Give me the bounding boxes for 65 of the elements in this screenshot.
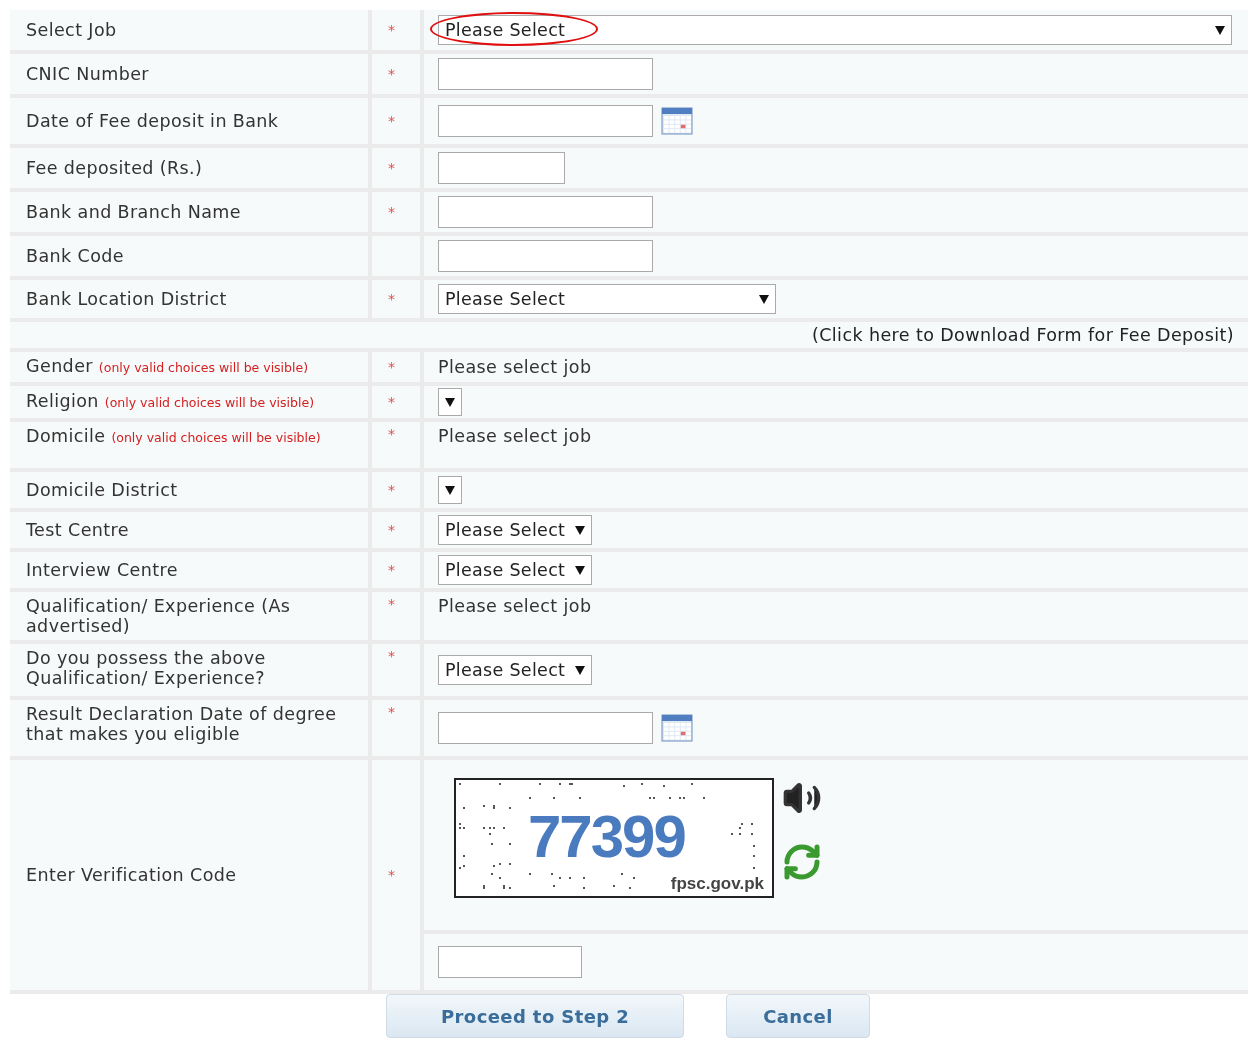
dropdown[interactable] bbox=[438, 388, 462, 416]
input-field[interactable] bbox=[438, 152, 565, 184]
refresh-icon[interactable] bbox=[782, 842, 822, 882]
captcha-code: 77399 bbox=[528, 806, 685, 868]
caret-icon bbox=[445, 397, 455, 407]
field-value: Please select job bbox=[438, 426, 592, 446]
field-value: Please select job bbox=[438, 596, 592, 616]
required-mark: * bbox=[388, 204, 395, 220]
required-mark: * bbox=[388, 394, 395, 410]
field-label: Date of Fee deposit in Bank bbox=[26, 111, 279, 131]
date-field[interactable] bbox=[438, 712, 653, 744]
field-label: Qualification/ Experience (As advertised) bbox=[26, 596, 292, 636]
caret-icon bbox=[575, 665, 586, 675]
field-label: Test Centre bbox=[26, 520, 129, 540]
required-mark: * bbox=[388, 704, 395, 720]
required-mark: * bbox=[388, 160, 395, 176]
required-mark: * bbox=[388, 113, 395, 129]
required-mark: * bbox=[388, 426, 395, 442]
field-label: Religion (only valid choices will be visible) bbox=[26, 391, 315, 413]
field-label: Domicile (only valid choices will be visible) bbox=[26, 426, 321, 448]
field-label: Interview Centre bbox=[26, 560, 178, 580]
field-label: Bank Code bbox=[26, 246, 124, 266]
caret-icon bbox=[445, 485, 455, 495]
required-mark: * bbox=[388, 482, 395, 498]
required-mark: * bbox=[388, 291, 395, 307]
required-mark: * bbox=[388, 596, 395, 612]
field-label: Gender (only valid choices will be visible) bbox=[26, 356, 309, 378]
field-label: Do you possess the above Qualification/ Experience? bbox=[26, 648, 267, 688]
required-mark: * bbox=[388, 22, 395, 38]
required-mark: * bbox=[388, 522, 395, 538]
download-link[interactable]: (Click here to Download Form for Fee Deposit) bbox=[812, 325, 1234, 345]
input-field[interactable] bbox=[438, 946, 582, 978]
required-mark: * bbox=[388, 867, 395, 883]
field-label: Result Declaration Date of degree that makes you eligible bbox=[26, 704, 338, 744]
caret-icon bbox=[575, 565, 586, 575]
dropdown[interactable]: Please Select bbox=[438, 284, 776, 314]
field-label: Select Job bbox=[26, 20, 117, 40]
field-label: Bank Location District bbox=[26, 289, 227, 309]
required-mark: * bbox=[388, 66, 395, 82]
field-label: Enter Verification Code bbox=[26, 865, 237, 885]
required-mark: * bbox=[388, 562, 395, 578]
field-label: Bank and Branch Name bbox=[26, 202, 241, 222]
form-button[interactable]: Proceed to Step 2 bbox=[386, 994, 685, 1038]
input-field[interactable] bbox=[438, 58, 653, 90]
calendar-icon[interactable] bbox=[661, 107, 693, 135]
form-button[interactable]: Cancel bbox=[726, 994, 870, 1038]
field-label: Fee deposited (Rs.) bbox=[26, 158, 203, 178]
dropdown[interactable]: Please Select bbox=[438, 15, 1232, 45]
captcha-site: fpsc.gov.pk bbox=[670, 874, 764, 894]
input-field[interactable] bbox=[438, 196, 653, 228]
caret-icon bbox=[575, 525, 586, 535]
date-field[interactable] bbox=[438, 105, 653, 137]
dropdown[interactable] bbox=[438, 476, 462, 504]
required-mark: * bbox=[388, 359, 395, 375]
input-field[interactable] bbox=[438, 240, 653, 272]
caret-icon bbox=[1215, 25, 1225, 35]
dropdown[interactable]: Please Select bbox=[438, 515, 593, 545]
field-label: Domicile District bbox=[26, 480, 178, 500]
field-value: Please select job bbox=[438, 357, 592, 377]
caret-icon bbox=[759, 294, 769, 304]
field-label: CNIC Number bbox=[26, 64, 149, 84]
calendar-icon[interactable] bbox=[661, 714, 693, 742]
dropdown[interactable]: Please Select bbox=[438, 655, 593, 685]
dropdown[interactable]: Please Select bbox=[438, 555, 593, 585]
required-mark: * bbox=[388, 648, 395, 664]
